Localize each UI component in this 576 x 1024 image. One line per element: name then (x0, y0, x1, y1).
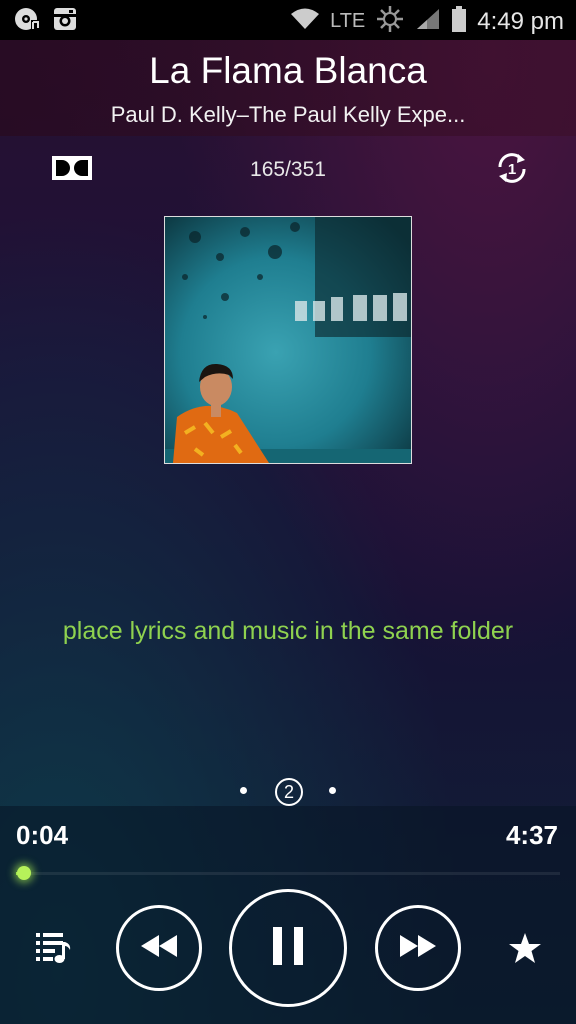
track-counter: 165/351 (250, 158, 326, 181)
wifi-icon (290, 7, 320, 36)
status-bar: LTE 4:49 pm (0, 0, 576, 40)
fast-forward-icon (398, 933, 438, 964)
fast-forward-button[interactable] (375, 905, 461, 991)
instagram-icon (52, 6, 78, 37)
playback-controls: 0:04 4:37 (0, 806, 576, 1024)
music-notification-icon (14, 6, 40, 37)
playlist-icon[interactable] (34, 930, 72, 969)
rewind-icon (139, 933, 179, 964)
pause-icon (270, 925, 306, 972)
song-artist: Paul D. Kelly–The Paul Kelly Expe... (110, 102, 466, 127)
pause-button[interactable] (229, 889, 347, 1007)
seek-handle[interactable] (16, 866, 31, 880)
lyrics-hint: place lyrics and music in the same folde… (62, 617, 514, 645)
rewind-button[interactable] (116, 905, 202, 991)
total-time: 4:37 (505, 820, 558, 850)
signal-icon (415, 7, 441, 36)
clock: 4:49 pm (477, 7, 564, 35)
song-title: La Flama Blanca (149, 50, 427, 91)
svg-text:1: 1 (508, 161, 516, 178)
battery-icon (451, 5, 467, 38)
elapsed-time: 0:04 (16, 820, 69, 850)
album-art[interactable] (164, 216, 412, 464)
now-playing-header: La Flama Blanca Paul D. Kelly–The Paul K… (0, 40, 576, 136)
seek-bar[interactable] (16, 866, 560, 880)
nfc-icon (375, 4, 405, 39)
page-dot[interactable] (240, 787, 247, 794)
page-indicator[interactable]: 2 (0, 776, 576, 806)
network-type: LTE (330, 10, 366, 32)
repeat-one-icon[interactable]: 1 (494, 150, 530, 191)
star-icon[interactable] (508, 932, 542, 969)
page-dot[interactable] (329, 787, 336, 794)
current-page: 2 (275, 778, 303, 806)
